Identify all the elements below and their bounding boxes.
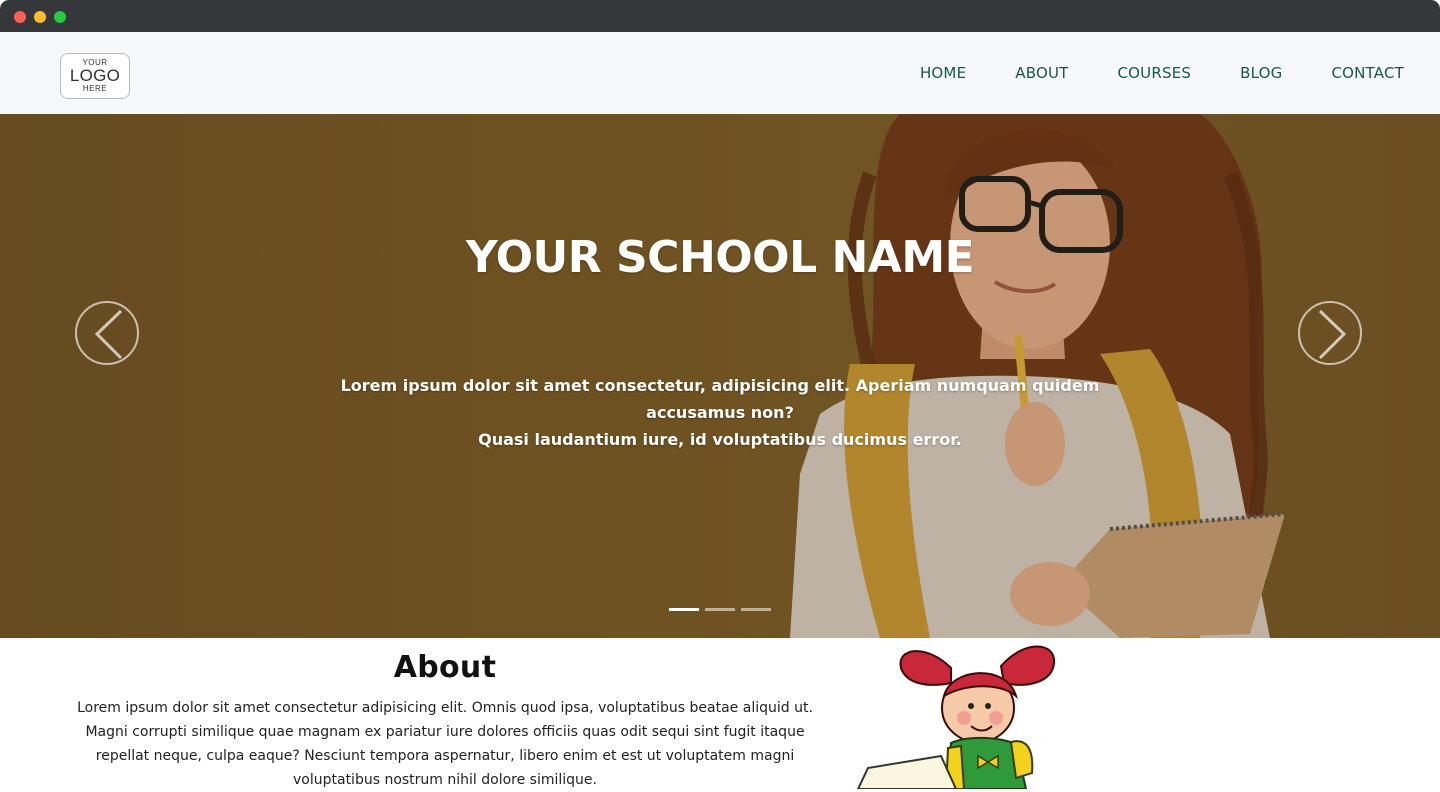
nav-link-about[interactable]: ABOUT bbox=[1015, 64, 1068, 82]
carousel-prev-button[interactable] bbox=[75, 301, 139, 365]
navbar: YOUR LOGO HERE HOME ABOUT COURSES BLOG C… bbox=[0, 32, 1440, 114]
nav-link-courses[interactable]: COURSES bbox=[1118, 64, 1192, 82]
carousel-indicator-3[interactable] bbox=[741, 608, 771, 611]
chevron-right-icon bbox=[1318, 309, 1347, 360]
hero-description-line1: Lorem ipsum dolor sit amet consectetur, … bbox=[340, 376, 1100, 422]
hero-description-line2: Quasi laudantium iure, id voluptatibus d… bbox=[478, 430, 962, 449]
logo-line-bottom: HERE bbox=[82, 84, 108, 93]
carousel-indicator-1[interactable] bbox=[669, 608, 699, 611]
carousel-indicators bbox=[669, 608, 777, 611]
site-logo[interactable]: YOUR LOGO HERE bbox=[60, 53, 130, 99]
main-nav: HOME ABOUT COURSES BLOG CONTACT bbox=[871, 32, 1404, 114]
carousel-next-button[interactable] bbox=[1298, 301, 1362, 365]
about-text: Lorem ipsum dolor sit amet consectetur a… bbox=[77, 700, 813, 788]
cartoon-girl-image bbox=[856, 645, 1056, 789]
maximize-window-button[interactable] bbox=[54, 11, 66, 23]
about-section: About Lorem ipsum dolor sit amet consect… bbox=[0, 638, 1440, 789]
logo-line-main: LOGO bbox=[69, 66, 121, 85]
chevron-left-icon bbox=[94, 309, 123, 360]
about-title: About bbox=[393, 650, 497, 685]
carousel-indicator-2[interactable] bbox=[705, 608, 735, 611]
hero-title: YOUR SCHOOL NAME bbox=[465, 232, 975, 283]
nav-link-contact[interactable]: CONTACT bbox=[1331, 64, 1404, 82]
hero-carousel: YOUR SCHOOL NAME Lorem ipsum dolor sit a… bbox=[0, 114, 1440, 638]
hero-description: Lorem ipsum dolor sit amet consectetur, … bbox=[300, 372, 1140, 453]
minimize-window-button[interactable] bbox=[34, 11, 46, 23]
nav-link-blog[interactable]: BLOG bbox=[1240, 64, 1282, 82]
nav-link-home[interactable]: HOME bbox=[920, 64, 966, 82]
window-titlebar bbox=[0, 0, 1440, 32]
close-window-button[interactable] bbox=[14, 11, 26, 23]
